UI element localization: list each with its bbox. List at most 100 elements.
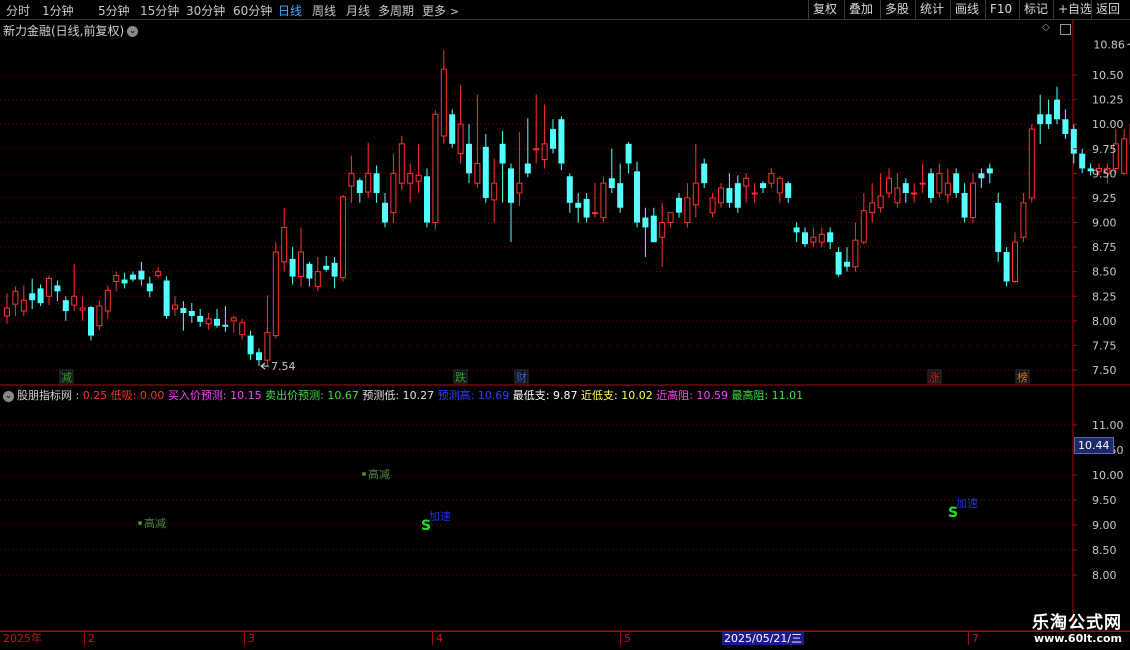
tab-monthly[interactable]: 月线 <box>346 2 370 19</box>
candle <box>608 148 615 193</box>
tab-60min[interactable]: 60分钟 <box>233 2 272 19</box>
candle <box>163 276 170 319</box>
tab-daily[interactable]: 日线 <box>278 2 302 19</box>
indicator-name[interactable]: 股朋指标网 <box>17 389 72 402</box>
candle <box>524 118 531 178</box>
candle <box>197 309 204 327</box>
add-watchlist-button[interactable]: +自选 <box>1053 0 1096 19</box>
candle <box>533 94 540 164</box>
indicator-tick-label: 9.50 <box>1092 494 1117 507</box>
candle <box>1020 193 1027 243</box>
date-timeline[interactable]: 2025年 2 3 4 5 2025/05/21/三 7 <box>0 631 1130 646</box>
cursor-date: 2025/05/21/三 <box>722 632 805 645</box>
svg-text:高减: 高减 <box>368 467 390 481</box>
candle <box>1062 109 1069 139</box>
price-tick-label: 10.50 <box>1092 69 1124 82</box>
more-label: 更多 <box>422 4 447 18</box>
candle <box>272 242 279 339</box>
candle <box>684 183 691 228</box>
stats-button[interactable]: 统计 <box>915 0 948 19</box>
tab-fenshi[interactable]: 分时 <box>6 2 30 19</box>
candle <box>558 116 565 171</box>
candle <box>281 207 288 272</box>
candle <box>760 181 766 193</box>
indicator-tick-label: 11.00 <box>1092 419 1124 432</box>
candle <box>440 50 447 144</box>
timeline-label: 2025年 <box>3 632 42 645</box>
price-tick-label: 8.00 <box>1092 315 1117 328</box>
event-marker[interactable]: 榜 <box>1015 369 1030 384</box>
candle <box>600 176 607 223</box>
overlay-button[interactable]: 叠加 <box>844 0 877 19</box>
candle <box>348 155 355 203</box>
candle <box>659 202 666 267</box>
candle <box>289 247 296 285</box>
tab-multi-period[interactable]: 多周期 <box>378 2 414 19</box>
candle <box>415 143 422 193</box>
timeline-label: 4 <box>432 632 443 645</box>
legend-item: 预测高: 10.69 <box>437 389 510 402</box>
candle <box>214 309 220 328</box>
candle <box>886 168 892 198</box>
candle <box>642 207 649 257</box>
back-button[interactable]: 返回 <box>1091 0 1124 19</box>
indicator-grid <box>0 424 1130 632</box>
mark-button[interactable]: 标记 <box>1019 0 1052 19</box>
high-reduce-signal: 高减 <box>362 467 390 481</box>
tab-weekly[interactable]: 周线 <box>312 2 336 19</box>
price-grid <box>0 20 1130 632</box>
candle <box>54 280 61 302</box>
price-tick-label: 8.25 <box>1092 290 1117 303</box>
indicator-legend: ⌄ 股朋指标网 : 0.25 低吸: 0.00 买入价预测: 10.15 卖出价预… <box>3 389 804 402</box>
chart-area[interactable]: 10.50 10.25 10.00 9.75 9.50 9.25 9.00 8.75 8.50 8… <box>0 20 1130 632</box>
price-tick-label: 7.50 <box>1092 364 1117 377</box>
candle <box>810 227 817 248</box>
draw-line-button[interactable]: 画线 <box>950 0 983 19</box>
candle <box>79 296 86 321</box>
event-marker[interactable]: 减 <box>59 369 74 384</box>
event-marker[interactable]: 跌 <box>453 369 468 384</box>
tab-15min[interactable]: 15分钟 <box>140 2 179 19</box>
f10-button[interactable]: F10 <box>985 0 1016 19</box>
chevron-down-icon[interactable]: ⌄ <box>3 390 14 402</box>
candle <box>709 193 716 218</box>
candle <box>1054 86 1060 125</box>
candle <box>802 227 808 248</box>
candle <box>667 212 674 228</box>
more-menu-button[interactable]: 更多 > <box>422 2 459 19</box>
candle <box>88 306 94 341</box>
multi-stock-button[interactable]: 多股 <box>880 0 913 19</box>
candle <box>592 183 598 218</box>
event-marker[interactable]: 财 <box>514 369 529 384</box>
tab-30min[interactable]: 30分钟 <box>186 2 225 19</box>
legend-item: 预测低: 10.27 <box>362 389 435 402</box>
price-tick-label: 7.75 <box>1092 339 1117 352</box>
candle <box>398 135 405 191</box>
candle <box>424 168 430 228</box>
price-tick-label: 9.25 <box>1092 192 1117 205</box>
candle <box>928 168 934 203</box>
chevron-right-icon: > <box>449 5 460 18</box>
fuquan-button[interactable]: 复权 <box>808 0 841 19</box>
indicator-tick-label: 10.00 <box>1092 469 1124 482</box>
candle <box>230 315 237 333</box>
candle <box>566 173 573 213</box>
accelerate-signal: S加速 <box>948 497 978 521</box>
candle <box>877 173 884 213</box>
tab-5min[interactable]: 5分钟 <box>98 2 130 19</box>
candle <box>146 276 153 298</box>
event-marker[interactable]: 涨 <box>927 369 942 384</box>
event-markers: 减跌财涨榜 <box>59 369 1030 384</box>
svg-text:加速: 加速 <box>429 510 451 523</box>
candle <box>634 161 640 228</box>
candle <box>474 94 481 189</box>
candle <box>155 266 162 278</box>
candle <box>986 163 993 184</box>
candle <box>482 134 489 203</box>
candle <box>12 286 19 316</box>
tab-1min[interactable]: 1分钟 <box>42 2 74 19</box>
candle <box>1121 129 1128 176</box>
candle <box>692 143 699 218</box>
timeline-label: 7 <box>968 632 979 645</box>
svg-text:涨: 涨 <box>929 371 940 384</box>
